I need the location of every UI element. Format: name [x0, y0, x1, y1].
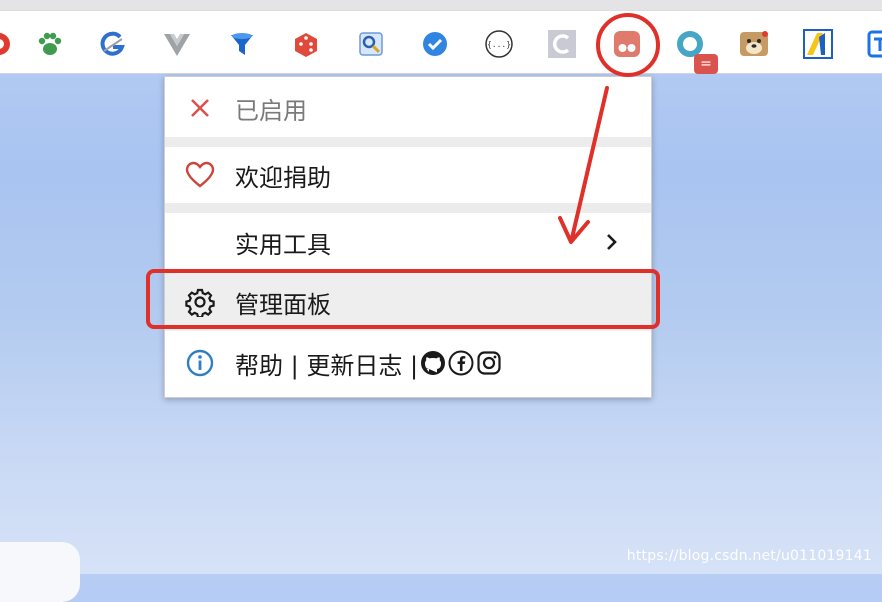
g-translate-icon[interactable]	[98, 29, 128, 59]
tampermonkey-icon[interactable]	[612, 29, 642, 59]
menu-separator	[165, 203, 651, 213]
ring-badge: =	[694, 54, 718, 74]
gear-icon	[185, 287, 215, 317]
menu-item-help[interactable]: 帮助 | 更新日志 |	[165, 333, 651, 393]
help-row: 帮助 | 更新日志 |	[235, 346, 502, 381]
magnifier-icon[interactable]	[356, 29, 386, 59]
menu-item-enabled-label: 已启用	[235, 96, 307, 125]
doge-icon[interactable]	[739, 29, 769, 59]
facebook-icon[interactable]	[448, 350, 474, 376]
menu-item-donate[interactable]: 欢迎捐助	[165, 147, 651, 203]
menu-item-dashboard[interactable]: 管理面板	[165, 273, 651, 331]
paw-icon[interactable]	[35, 29, 65, 59]
json-viewer-icon[interactable]: {...}	[484, 29, 514, 59]
close-icon	[185, 93, 215, 123]
github-icon[interactable]	[420, 350, 446, 376]
instagram-icon[interactable]	[476, 350, 502, 376]
menu-item-tools[interactable]: 实用工具	[165, 213, 651, 271]
menu-separator	[165, 137, 651, 147]
check-badge-icon[interactable]	[420, 29, 450, 59]
menu-item-donate-label: 欢迎捐助	[235, 163, 331, 192]
browser-top-strip	[0, 0, 882, 10]
page-card-corner	[0, 542, 80, 602]
menu-item-tools-label: 实用工具	[235, 230, 331, 259]
svg-text:{...}: {...}	[487, 40, 511, 49]
extension-popup-menu: 已启用 欢迎捐助 实用工具 管理面板 帮助 | 更新日志 |	[164, 76, 652, 398]
help-changelog-label[interactable]: 帮助 | 更新日志 |	[235, 346, 418, 381]
vue-devtools-icon[interactable]	[162, 29, 192, 59]
watermark: https://blog.csdn.net/u011019141	[626, 548, 872, 564]
dice-icon[interactable]	[291, 29, 321, 59]
menu-item-enabled[interactable]: 已启用	[165, 79, 651, 137]
number-one-icon[interactable]	[803, 29, 833, 59]
chevron-right-icon	[603, 233, 621, 251]
heart-icon	[185, 160, 215, 190]
c-letter-icon[interactable]	[547, 29, 577, 59]
extensions-toolbar: {...} =	[0, 10, 882, 74]
funnel-icon[interactable]	[227, 29, 257, 59]
translate-partial-icon[interactable]	[867, 29, 882, 59]
info-icon	[185, 348, 215, 378]
menu-item-dashboard-label: 管理面板	[235, 290, 331, 319]
red-extension-icon-partial[interactable]	[0, 29, 14, 59]
